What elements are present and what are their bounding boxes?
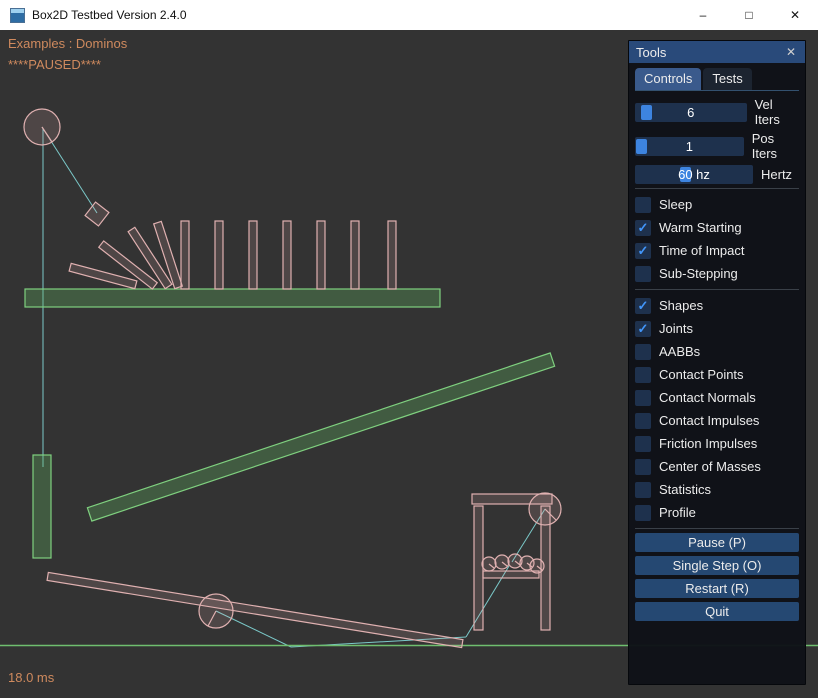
tools-panel-titlebar[interactable]: Tools ✕ (629, 41, 805, 63)
window-controls: – □ ✕ (680, 0, 818, 30)
checkbox-box[interactable] (635, 459, 651, 475)
domino[interactable] (317, 221, 325, 289)
domino[interactable] (249, 221, 257, 289)
checkbox-label: AABBs (659, 344, 700, 359)
checkbox-friction-impulses[interactable]: Friction Impulses (635, 432, 799, 455)
separator (635, 528, 799, 529)
hertz-row: 60 hz Hertz (635, 165, 799, 184)
checkbox-label: Shapes (659, 298, 703, 313)
checkbox-label: Profile (659, 505, 696, 520)
tools-panel-body: Controls Tests 6 Vel Iters 1 Pos Iters 6… (629, 63, 805, 630)
checkbox-label: Sleep (659, 197, 692, 212)
left-pillar (33, 455, 51, 558)
separator (635, 188, 799, 189)
window-titlebar: Box2D Testbed Version 2.4.0 – □ ✕ (0, 0, 818, 30)
minimize-button[interactable]: – (680, 0, 726, 30)
checkbox-box[interactable] (635, 367, 651, 383)
tab-tests[interactable]: Tests (703, 68, 751, 90)
close-button[interactable]: ✕ (772, 0, 818, 30)
slider-value: 1 (686, 139, 693, 154)
checkbox-box[interactable] (635, 197, 651, 213)
domino[interactable] (283, 221, 291, 289)
domino[interactable] (351, 221, 359, 289)
tab-bar: Controls Tests (635, 68, 799, 91)
checkbox-warm-starting[interactable]: ✓ Warm Starting (635, 216, 799, 239)
window-title: Box2D Testbed Version 2.4.0 (32, 8, 187, 22)
checkbox-sleep[interactable]: Sleep (635, 193, 799, 216)
single-step-button[interactable]: Single Step (O) (635, 556, 799, 575)
domino-platform (25, 289, 440, 307)
domino[interactable] (388, 221, 396, 289)
domino[interactable] (215, 221, 223, 289)
checkbox-label: Friction Impulses (659, 436, 757, 451)
checkbox-label: Contact Impulses (659, 413, 759, 428)
example-label: Examples : Dominos (8, 36, 127, 51)
app-icon[interactable] (10, 8, 25, 23)
checkbox-label: Contact Points (659, 367, 744, 382)
checkbox-box[interactable]: ✓ (635, 243, 651, 259)
checkbox-shapes[interactable]: ✓ Shapes (635, 294, 799, 317)
checkbox-contact-impulses[interactable]: Contact Impulses (635, 409, 799, 432)
checkbox-box[interactable] (635, 436, 651, 452)
checkbox-box[interactable]: ✓ (635, 298, 651, 314)
checkbox-label: Joints (659, 321, 693, 336)
maximize-button[interactable]: □ (726, 0, 772, 30)
checkbox-statistics[interactable]: Statistics (635, 478, 799, 501)
checkbox-label: Time of Impact (659, 243, 744, 258)
slider-label: Vel Iters (755, 97, 799, 127)
checkbox-label: Warm Starting (659, 220, 742, 235)
checkbox-box[interactable] (635, 344, 651, 360)
checkbox-label: Contact Normals (659, 390, 756, 405)
checkbox-box[interactable] (635, 266, 651, 282)
checkbox-box[interactable] (635, 505, 651, 521)
checkbox-profile[interactable]: Profile (635, 501, 799, 524)
pendulum-bob[interactable] (85, 202, 109, 226)
panel-buttons: Pause (P) Single Step (O) Restart (R) Qu… (635, 533, 799, 621)
checkbox-box[interactable]: ✓ (635, 220, 651, 236)
frame-shelf[interactable] (483, 571, 539, 578)
slider-label: Pos Iters (752, 131, 799, 161)
checkbox-label: Sub-Stepping (659, 266, 738, 281)
pos-iters-row: 1 Pos Iters (635, 131, 799, 161)
checkbox-aabbs[interactable]: AABBs (635, 340, 799, 363)
paused-label: ****PAUSED**** (8, 57, 101, 72)
vel-iters-row: 6 Vel Iters (635, 97, 799, 127)
checkbox-sub-stepping[interactable]: Sub-Stepping (635, 262, 799, 285)
tab-controls[interactable]: Controls (635, 68, 701, 90)
quit-button[interactable]: Quit (635, 602, 799, 621)
hertz-slider[interactable]: 60 hz (635, 165, 753, 184)
checkbox-label: Center of Masses (659, 459, 761, 474)
checkbox-center-of-masses[interactable]: Center of Masses (635, 455, 799, 478)
domino[interactable] (181, 221, 189, 289)
checkbox-joints[interactable]: ✓ Joints (635, 317, 799, 340)
checkbox-contact-points[interactable]: Contact Points (635, 363, 799, 386)
checkbox-label: Statistics (659, 482, 711, 497)
slider-value: 60 hz (678, 167, 710, 182)
tools-panel: Tools ✕ Controls Tests 6 Vel Iters 1 Pos… (628, 40, 806, 685)
checkbox-box[interactable] (635, 482, 651, 498)
separator (635, 289, 799, 290)
slider-grab[interactable] (636, 139, 647, 154)
slider-value: 6 (687, 105, 694, 120)
slider-label: Hertz (761, 167, 792, 182)
vel-iters-slider[interactable]: 6 (635, 103, 747, 122)
pos-iters-slider[interactable]: 1 (635, 137, 744, 156)
frame-time-label: 18.0 ms (8, 670, 54, 685)
checkbox-box[interactable] (635, 413, 651, 429)
checkbox-box[interactable]: ✓ (635, 321, 651, 337)
slider-grab[interactable] (641, 105, 652, 120)
tilted-plank[interactable] (47, 572, 463, 647)
pause-button[interactable]: Pause (P) (635, 533, 799, 552)
restart-button[interactable]: Restart (R) (635, 579, 799, 598)
tools-panel-title: Tools (636, 45, 784, 60)
checkbox-box[interactable] (635, 390, 651, 406)
frame-left-leg[interactable] (474, 506, 483, 630)
panel-close-icon[interactable]: ✕ (784, 45, 798, 59)
checkbox-time-of-impact[interactable]: ✓ Time of Impact (635, 239, 799, 262)
checkbox-contact-normals[interactable]: Contact Normals (635, 386, 799, 409)
